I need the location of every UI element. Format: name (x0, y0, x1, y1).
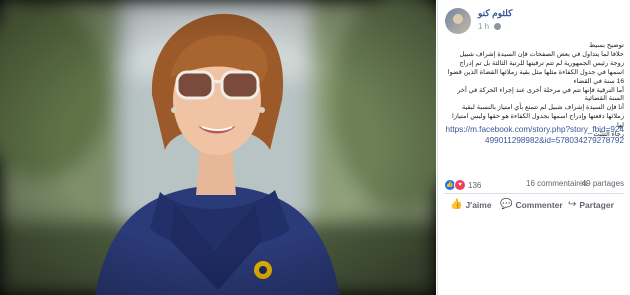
post-meta: 1 h (478, 22, 502, 31)
comment-label: Commenter (515, 199, 563, 210)
love-icon: ♥ (454, 179, 466, 191)
post-stats: 👍 ♥ 136 16 commentaires 49 partages (444, 178, 624, 192)
post-time[interactable]: 1 h (478, 22, 489, 31)
reaction-count: 136 (468, 180, 482, 190)
share-icon: ↪ (568, 199, 577, 210)
shares-count[interactable]: 49 partages (582, 179, 624, 188)
globe-icon (494, 23, 502, 30)
thumbs-up-icon: 👍 (450, 199, 463, 210)
reactions-summary[interactable]: 👍 ♥ 136 (444, 179, 481, 191)
author-avatar[interactable] (445, 8, 471, 34)
post-body-line: حلافا لما يتداول في بعض الصفحات فإن السي… (447, 50, 624, 85)
post-link[interactable]: https://m.facebook.com/story.php?story_f… (444, 125, 624, 146)
share-label: Partager (579, 199, 614, 210)
divider (444, 193, 624, 194)
like-button[interactable]: 👍 J'aime (450, 199, 492, 210)
comments-count[interactable]: 16 commentaires (526, 179, 587, 188)
post-sidebar: كلثوم كنو 1 h توضيح بسيط حلافا لما يتداو… (437, 0, 630, 295)
post-photo[interactable] (0, 0, 436, 295)
action-bar: 👍 J'aime 💬 Commenter ↪ Partager (444, 199, 624, 215)
share-button[interactable]: ↪ Partager (568, 199, 614, 210)
like-label: J'aime (465, 199, 492, 210)
post-body-line: توضيح بسيط (589, 42, 624, 49)
post-header: كلثوم كنو 1 h (438, 0, 630, 40)
comment-button[interactable]: 💬 Commenter (500, 199, 563, 210)
post-body-line: أما الترقية فإنها تتم في مرحلة أخرى عند … (457, 86, 624, 103)
photo-image (0, 0, 436, 295)
author-name[interactable]: كلثوم كنو (478, 8, 512, 19)
comment-icon: 💬 (500, 199, 513, 210)
